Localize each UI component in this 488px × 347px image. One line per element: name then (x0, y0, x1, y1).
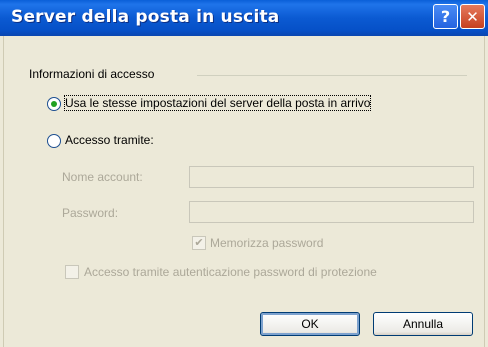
title-bar[interactable]: Server della posta in uscita ? ✕ (0, 0, 488, 36)
check-icon: ✔ (194, 236, 204, 249)
spa-label: Accesso tramite autenticazione password … (84, 265, 377, 279)
cancel-button[interactable]: Annulla (373, 312, 473, 336)
close-button[interactable]: ✕ (460, 4, 485, 29)
ok-button[interactable]: OK (260, 312, 360, 336)
help-icon: ? (440, 7, 451, 26)
password-label: Password: (62, 206, 119, 220)
radio-login-with-label[interactable]: Accesso tramite: (65, 133, 154, 147)
close-icon: ✕ (466, 7, 479, 26)
help-button[interactable]: ? (433, 4, 458, 29)
radio-same-settings[interactable] (47, 97, 61, 111)
window-title: Server della posta in uscita (11, 7, 280, 27)
remember-password-label: Memorizza password (210, 236, 324, 250)
spa-checkbox[interactable] (65, 265, 79, 279)
group-label: Informazioni di accesso (29, 67, 155, 81)
group-divider (197, 75, 467, 76)
radio-login-with[interactable] (47, 134, 61, 148)
password-input[interactable] (189, 201, 474, 223)
account-name-input[interactable] (189, 166, 474, 188)
radio-same-settings-label[interactable]: Usa le stesse impostazioni del server de… (63, 95, 372, 111)
account-name-label: Nome account: (62, 170, 143, 184)
dialog-body (3, 36, 485, 347)
radio-selected-dot (51, 101, 57, 107)
remember-password-checkbox[interactable]: ✔ (192, 236, 206, 250)
